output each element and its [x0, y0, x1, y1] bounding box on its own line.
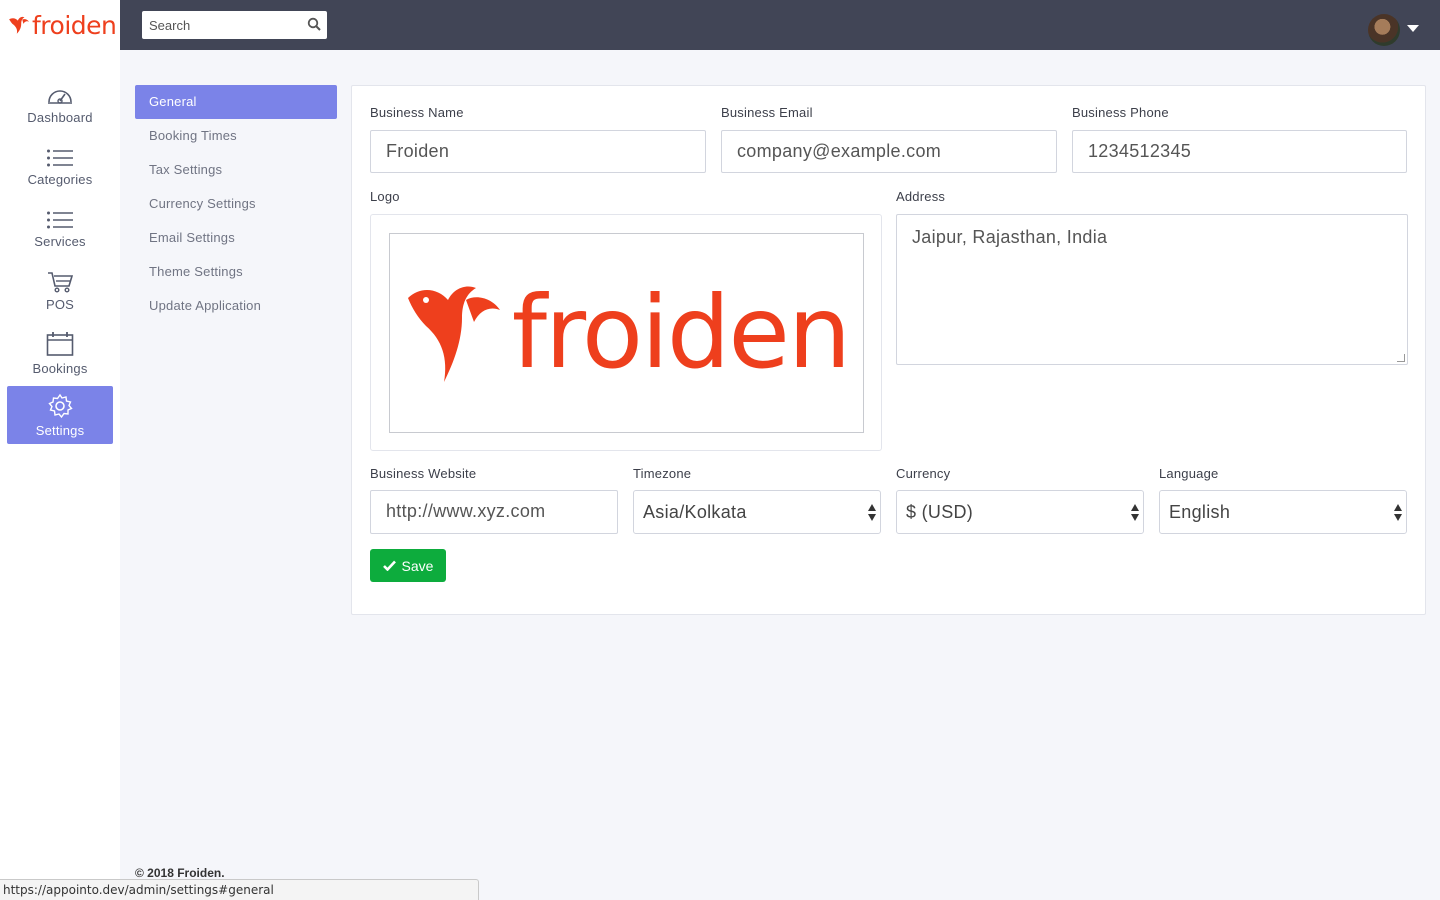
- froiden-bird-icon: [9, 16, 29, 34]
- avatar[interactable]: [1368, 14, 1400, 46]
- speedometer-icon: [48, 89, 72, 104]
- timezone-select[interactable]: Asia/Kolkata: [633, 490, 881, 534]
- settings-menu-update-application[interactable]: Update Application: [135, 289, 337, 323]
- main-nav: Dashboard Categories Services POS Bookin…: [0, 76, 120, 444]
- language-label: Language: [1159, 466, 1219, 481]
- nav-label: Categories: [27, 171, 93, 187]
- select-arrows-icon: [868, 504, 876, 522]
- settings-menu-currency-settings[interactable]: Currency Settings: [135, 187, 337, 221]
- search-box: [142, 11, 327, 39]
- nav-label: Dashboard: [27, 109, 93, 125]
- settings-menu-email-settings[interactable]: Email Settings: [135, 221, 337, 255]
- gear-icon: [48, 393, 73, 418]
- currency-select[interactable]: $ (USD): [896, 490, 1144, 534]
- business-phone-label: Business Phone: [1072, 105, 1169, 120]
- logo-label: Logo: [370, 189, 400, 204]
- nav-label: POS: [45, 296, 75, 312]
- nav-label: Settings: [35, 422, 85, 438]
- settings-menu-theme-settings[interactable]: Theme Settings: [135, 255, 337, 289]
- nav-item-settings[interactable]: Settings: [7, 386, 113, 444]
- search-icon[interactable]: [307, 17, 321, 31]
- address-value: Jaipur, Rajasthan, India: [912, 227, 1108, 247]
- nav-item-dashboard[interactable]: Dashboard: [7, 76, 113, 134]
- settings-menu-general[interactable]: General: [135, 85, 337, 119]
- nav-item-categories[interactable]: Categories: [7, 138, 113, 196]
- currency-value: $ (USD): [906, 502, 974, 522]
- nav-item-services[interactable]: Services: [7, 200, 113, 258]
- address-textarea[interactable]: Jaipur, Rajasthan, India: [896, 214, 1408, 365]
- settings-menu: General Booking Times Tax Settings Curre…: [135, 85, 337, 323]
- nav-item-pos[interactable]: POS: [7, 262, 113, 320]
- main-sidebar: froiden Dashboard Categories Services PO…: [0, 0, 120, 900]
- froiden-bird-icon: [407, 286, 500, 382]
- business-website-field[interactable]: http://www.xyz.com: [370, 490, 618, 534]
- timezone-label: Timezone: [633, 466, 692, 481]
- logo-upload[interactable]: froiden: [370, 214, 882, 451]
- search-input[interactable]: [142, 11, 292, 39]
- business-website-label: Business Website: [370, 466, 477, 481]
- business-email-field[interactable]: company@example.com: [721, 130, 1057, 173]
- general-settings-card: Business Name Froiden Business Email com…: [351, 85, 1426, 615]
- currency-label: Currency: [896, 466, 951, 481]
- address-label: Address: [896, 189, 946, 204]
- check-icon: [382, 560, 396, 571]
- settings-menu-tax-settings[interactable]: Tax Settings: [135, 153, 337, 187]
- list-icon: [47, 149, 73, 166]
- caret-down-icon[interactable]: [1407, 25, 1419, 32]
- resize-handle-icon[interactable]: [1397, 354, 1405, 362]
- business-phone-field[interactable]: 1234512345: [1072, 130, 1407, 173]
- footer-copyright: © 2018 Froiden.: [135, 866, 225, 880]
- select-arrows-icon: [1131, 504, 1139, 522]
- select-arrows-icon: [1394, 504, 1402, 522]
- timezone-value: Asia/Kolkata: [643, 502, 747, 522]
- business-email-label: Business Email: [721, 105, 813, 120]
- nav-label: Services: [34, 233, 86, 249]
- logo-preview: froiden: [389, 233, 864, 433]
- top-bar: [120, 0, 1440, 50]
- language-select[interactable]: English: [1159, 490, 1407, 534]
- business-name-field[interactable]: Froiden: [370, 130, 706, 173]
- save-label: Save: [401, 557, 434, 574]
- logo-wordmark: froiden: [511, 274, 851, 391]
- save-button[interactable]: Save: [370, 549, 446, 582]
- language-value: English: [1169, 502, 1231, 522]
- list-icon: [47, 211, 73, 228]
- cart-icon: [48, 271, 74, 293]
- settings-menu-booking-times[interactable]: Booking Times: [135, 119, 337, 153]
- brand-name: froiden: [32, 10, 117, 40]
- business-name-label: Business Name: [370, 105, 464, 120]
- browser-status-bar: https://appointo.dev/admin/settings#gene…: [0, 879, 479, 900]
- calendar-icon: [46, 331, 74, 356]
- nav-item-bookings[interactable]: Bookings: [7, 324, 113, 382]
- nav-label: Bookings: [32, 360, 88, 376]
- brand-logo[interactable]: froiden: [0, 0, 120, 50]
